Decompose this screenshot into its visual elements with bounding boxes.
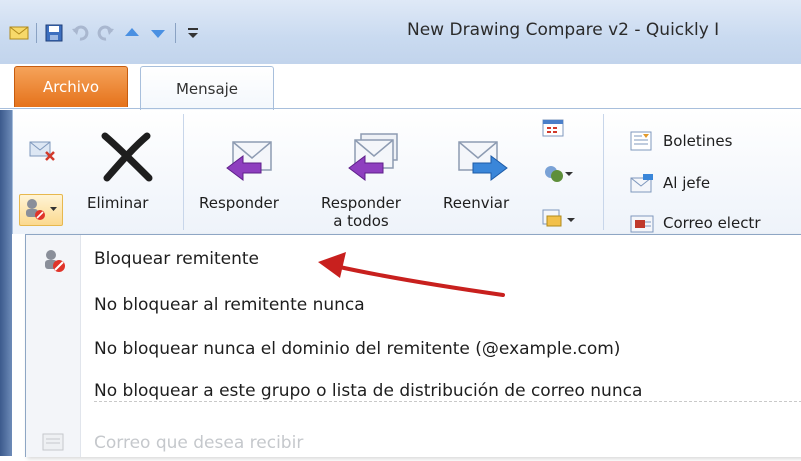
save-icon[interactable] bbox=[43, 22, 65, 44]
quick-step-label: Correo electr bbox=[663, 214, 761, 232]
quick-step-boletines[interactable]: Boletines bbox=[629, 130, 732, 152]
im-reply-icon[interactable] bbox=[541, 162, 581, 190]
meeting-icon[interactable] bbox=[541, 116, 567, 144]
delete-x-icon[interactable] bbox=[97, 130, 157, 188]
qat-separator bbox=[36, 23, 37, 43]
group-separator bbox=[603, 114, 604, 230]
qat-separator bbox=[175, 23, 176, 43]
safe-list-icon bbox=[40, 429, 68, 457]
menu-item-never-block-sender[interactable]: No bloquear al remitente nunca bbox=[94, 295, 365, 315]
forward-label: Reenviar bbox=[443, 194, 510, 212]
junk-icon[interactable] bbox=[19, 194, 63, 226]
to-manager-icon bbox=[629, 172, 655, 194]
customize-icon[interactable] bbox=[182, 22, 204, 44]
down-icon[interactable] bbox=[147, 22, 169, 44]
email-icon bbox=[629, 212, 655, 234]
reply-icon[interactable] bbox=[223, 132, 279, 188]
ribbon-mensaje: Eliminar Responder Responder a todos Ree… bbox=[12, 110, 801, 234]
reply-all-label-line2: a todos bbox=[333, 212, 389, 230]
tab-archivo[interactable]: Archivo bbox=[14, 66, 128, 107]
undo-icon[interactable] bbox=[69, 22, 91, 44]
block-sender-icon bbox=[40, 247, 68, 275]
reply-all-label-line1: Responder bbox=[321, 194, 401, 212]
reply-all-button[interactable]: Responder a todos bbox=[321, 194, 401, 232]
menu-separator bbox=[94, 401, 801, 402]
menu-item-block-sender[interactable]: Bloquear remitente bbox=[94, 249, 259, 269]
tab-mensaje[interactable]: Mensaje bbox=[140, 66, 274, 111]
title-bar: New Drawing Compare v2 - Quickly I bbox=[0, 0, 801, 64]
group-separator bbox=[183, 114, 184, 230]
quick-step-label: Boletines bbox=[663, 132, 733, 150]
ignore-icon[interactable] bbox=[27, 136, 57, 168]
forward-button[interactable]: Reenviar bbox=[443, 194, 509, 212]
forward-icon[interactable] bbox=[455, 132, 511, 188]
reply-button[interactable]: Responder bbox=[199, 194, 279, 212]
quick-access-toolbar bbox=[8, 20, 204, 46]
reply-all-icon[interactable] bbox=[345, 128, 403, 188]
ribbon-tabs: Archivo Mensaje bbox=[0, 64, 801, 111]
quick-step-label: Al jefe bbox=[663, 174, 711, 192]
window-left-edge bbox=[0, 110, 12, 456]
up-icon[interactable] bbox=[121, 22, 143, 44]
delete-label: Eliminar bbox=[87, 194, 149, 212]
redo-icon[interactable] bbox=[95, 22, 117, 44]
menu-item-safe-mail: Correo que desea recibir bbox=[94, 433, 304, 453]
more-icon[interactable] bbox=[541, 206, 581, 234]
newsletter-icon bbox=[629, 130, 655, 152]
window-title: New Drawing Compare v2 - Quickly I bbox=[407, 20, 720, 40]
quick-step-correo[interactable]: Correo electr bbox=[629, 212, 761, 234]
quick-step-al-jefe[interactable]: Al jefe bbox=[629, 172, 710, 194]
mail-icon[interactable] bbox=[8, 22, 30, 44]
delete-button[interactable]: Eliminar bbox=[87, 194, 148, 212]
reply-label: Responder bbox=[199, 194, 279, 212]
junk-menu: Bloquear remitente No bloquear al remite… bbox=[25, 234, 801, 457]
tab-divider bbox=[0, 108, 801, 109]
menu-item-never-block-domain[interactable]: No bloquear nunca el dominio del remiten… bbox=[94, 339, 620, 359]
menu-item-never-block-group[interactable]: No bloquear a este grupo o lista de dist… bbox=[94, 381, 642, 401]
